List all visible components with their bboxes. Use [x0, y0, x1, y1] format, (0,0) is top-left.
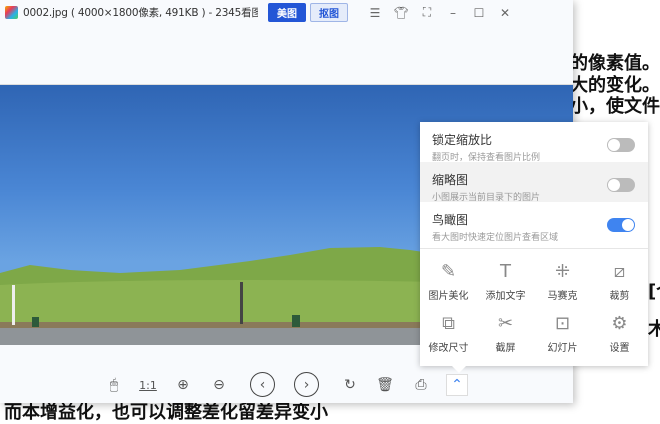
tool-screenshot[interactable]: ✂ 截屏	[477, 307, 534, 359]
resize-icon: ⧉	[442, 312, 455, 336]
delete-icon[interactable]: 🗑︎	[374, 374, 396, 396]
tool-label: 设置	[610, 339, 630, 354]
toggle-birdseye[interactable]: 鸟瞰图 看大图时快速定位图片查看区域	[420, 202, 648, 242]
doc-text-line: 木	[648, 320, 660, 340]
crop-icon: ⧄	[614, 260, 625, 284]
close-icon[interactable]: ✕	[492, 6, 518, 20]
tool-resize[interactable]: ⧉ 修改尺寸	[420, 307, 477, 359]
menu-icon[interactable]: ☰	[362, 6, 388, 20]
actual-size-button[interactable]: 1:1	[137, 374, 159, 396]
tool-label: 裁剪	[610, 287, 630, 302]
skin-shirt-icon[interactable]: 👕︎	[388, 6, 414, 20]
window-title: 0002.jpg ( 4000×1800像素, 491KB ) - 2345看图…	[23, 5, 258, 20]
more-tools-popup: 锁定缩放比 翻页时，保持查看图片比例 缩略图 小图展示当前目录下的图片 鸟瞰图 …	[420, 122, 648, 366]
meitu-button[interactable]: 美图	[268, 3, 306, 22]
toggle-lock-zoom[interactable]: 锁定缩放比 翻页时，保持查看图片比例	[420, 122, 648, 162]
doc-text-line: 大的变化。	[570, 76, 660, 96]
birdseye-switch[interactable]	[607, 218, 635, 232]
print-icon[interactable]: ⎙	[410, 374, 432, 396]
next-icon[interactable]: ›	[294, 372, 319, 397]
thumbnails-switch[interactable]	[607, 178, 635, 192]
tool-crop[interactable]: ⧄ 裁剪	[591, 255, 648, 307]
tool-add-text[interactable]: T 添加文字	[477, 255, 534, 307]
lock-zoom-switch[interactable]	[607, 138, 635, 152]
tool-label: 截屏	[496, 339, 516, 354]
tool-label: 幻灯片	[548, 339, 578, 354]
tool-label: 修改尺寸	[429, 339, 469, 354]
tool-slideshow[interactable]: ⊡ 幻灯片	[534, 307, 591, 359]
title-bar: 0002.jpg ( 4000×1800像素, 491KB ) - 2345看图…	[0, 0, 573, 25]
fullscreen-icon[interactable]: ⛶	[414, 5, 440, 20]
toggle-thumbnails[interactable]: 缩略图 小图展示当前目录下的图片	[420, 162, 648, 202]
text-icon: T	[500, 260, 511, 284]
koutu-button[interactable]: 抠图	[310, 3, 348, 22]
mouse-icon[interactable]: 🖱︎	[103, 374, 125, 396]
tool-beautify[interactable]: ✎ 图片美化	[420, 255, 477, 307]
previous-icon[interactable]: ‹	[250, 372, 275, 397]
tool-label: 图片美化	[429, 287, 469, 302]
scissors-icon: ✂	[498, 312, 513, 336]
gear-icon: ⚙	[611, 312, 627, 336]
tool-settings[interactable]: ⚙ 设置	[591, 307, 648, 359]
edit-pencil-icon: ✎	[441, 260, 456, 284]
mosaic-icon: ⁜	[555, 260, 570, 284]
more-tools-icon[interactable]: ⌃	[446, 374, 468, 396]
rotate-icon[interactable]: ↻	[339, 374, 361, 396]
tool-label: 马赛克	[548, 287, 578, 302]
doc-text-line: 的像素值。	[570, 54, 660, 74]
doc-text-line: 小，使文件	[570, 97, 660, 117]
app-icon	[5, 6, 18, 19]
minimize-icon[interactable]: –	[440, 6, 466, 20]
zoom-out-icon[interactable]: ⊖	[208, 374, 230, 396]
tool-mosaic[interactable]: ⁜ 马赛克	[534, 255, 591, 307]
maximize-icon[interactable]: ☐	[466, 6, 492, 20]
zoom-in-icon[interactable]: ⊕	[172, 374, 194, 396]
doc-text-line: [个	[648, 282, 660, 302]
slideshow-icon: ⊡	[555, 312, 570, 336]
tool-label: 添加文字	[486, 287, 526, 302]
